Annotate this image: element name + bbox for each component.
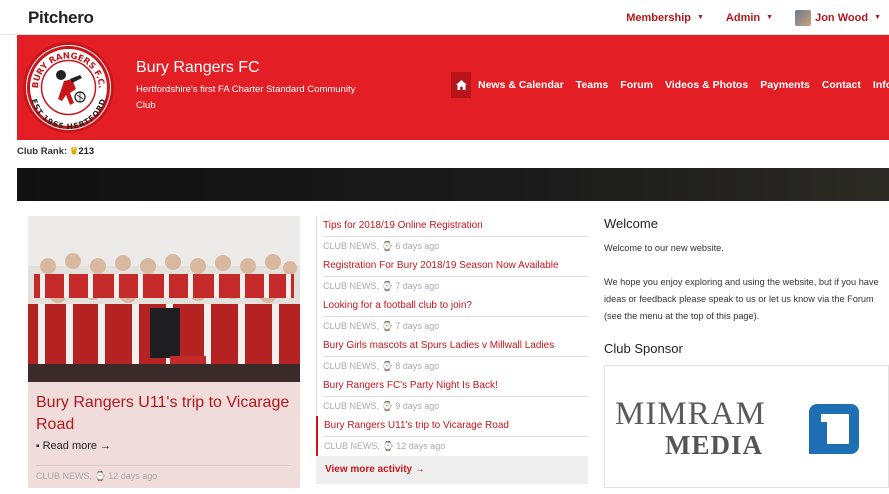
read-more-label: Read more → xyxy=(42,440,112,452)
nav-contact[interactable]: Contact xyxy=(822,79,861,91)
featured-story-photo[interactable] xyxy=(28,216,300,382)
news-item[interactable]: Bury Rangers FC's Party Night Is Back! C… xyxy=(316,376,588,416)
membership-menu[interactable]: Membership ▼ xyxy=(626,12,704,24)
read-more-link[interactable]: ▪ Read more → xyxy=(36,440,111,452)
rank-bar: Club Rank: ♛213 xyxy=(17,140,889,168)
crest-emblem: BURY RANGERS F.C. EST 1965 HERTFORD xyxy=(27,46,110,130)
user-name: Jon Wood xyxy=(815,11,869,24)
caret-down-icon: ▼ xyxy=(766,14,774,21)
news-item-title[interactable]: Bury Rangers FC's Party Night Is Back! xyxy=(323,376,588,397)
pitchero-logo[interactable]: Pitchero xyxy=(28,8,94,28)
clock-icon: ⌚ xyxy=(381,321,393,331)
hero-banner-strip xyxy=(17,168,889,201)
news-item-title[interactable]: Tips for 2018/19 Online Registration xyxy=(323,216,588,237)
welcome-body: We hope you enjoy exploring and using th… xyxy=(604,277,879,321)
news-item[interactable]: Tips for 2018/19 Online Registration CLU… xyxy=(316,216,588,256)
category-label: CLUB NEWS, xyxy=(324,441,381,451)
clock-icon: ⌚ xyxy=(382,441,394,451)
team-photo-image xyxy=(28,216,300,382)
news-item[interactable]: Bury Girls mascots at Spurs Ladies v Mil… xyxy=(316,336,588,376)
top-bar: Pitchero Membership ▼ Admin ▼ Jon Wood ▼ xyxy=(0,0,889,35)
news-item-meta: CLUB NEWS, ⌚ 7 days ago xyxy=(323,317,588,332)
news-item[interactable]: Looking for a football club to join? CLU… xyxy=(316,296,588,336)
club-rank-value: 213 xyxy=(78,146,95,157)
sponsor-logo-mark xyxy=(809,404,859,454)
news-item-meta: CLUB NEWS, ⌚ 7 days ago xyxy=(323,277,588,292)
category-label: CLUB NEWS, xyxy=(323,401,380,411)
news-item-age: 7 days ago xyxy=(395,321,440,331)
clock-icon: ⌚ xyxy=(381,361,393,371)
nav-forum[interactable]: Forum xyxy=(620,79,653,91)
caret-down-icon: ▼ xyxy=(874,14,881,21)
clock-icon: ⌚ xyxy=(381,281,393,291)
news-item-meta: CLUB NEWS, ⌚ 12 days ago xyxy=(324,437,588,452)
news-item-age: 12 days ago xyxy=(396,441,446,451)
nav-teams[interactable]: Teams xyxy=(576,79,609,91)
clock-icon: ⌚ xyxy=(381,401,393,411)
featured-story-title[interactable]: Bury Rangers U11's trip to Vicarage Road xyxy=(36,392,291,436)
category-label: CLUB NEWS, xyxy=(323,361,380,371)
sponsor-logo-top-text: MIMRAM xyxy=(615,396,766,432)
news-item-title[interactable]: Registration For Bury 2018/19 Season Now… xyxy=(323,256,588,277)
welcome-text: Welcome to our new website. xyxy=(604,243,724,253)
featured-story[interactable]: Bury Rangers U11's trip to Vicarage Road… xyxy=(28,216,300,488)
account-nav: Membership ▼ Admin ▼ Jon Wood ▼ xyxy=(626,0,889,35)
news-item-age: 8 days ago xyxy=(395,361,440,371)
nav-news-calendar[interactable]: News & Calendar xyxy=(478,79,564,91)
news-list: Tips for 2018/19 Online Registration CLU… xyxy=(316,216,588,456)
document-icon: ▪ xyxy=(36,441,40,452)
news-item-meta: CLUB NEWS, ⌚ 6 days ago xyxy=(323,237,588,252)
news-item-meta: CLUB NEWS, ⌚ 8 days ago xyxy=(323,357,588,372)
admin-label: Admin xyxy=(725,11,761,24)
news-item[interactable]: Registration For Bury 2018/19 Season Now… xyxy=(316,256,588,296)
club-rank-label: Club Rank: xyxy=(17,146,68,157)
membership-label: Membership xyxy=(626,11,691,24)
news-item-age: 9 days ago xyxy=(395,401,440,411)
nav-payments[interactable]: Payments xyxy=(760,79,810,91)
club-rank[interactable]: Club Rank: ♛213 xyxy=(17,146,94,157)
category-label: CLUB NEWS, xyxy=(323,281,380,291)
caret-down-icon: ▼ xyxy=(696,14,704,21)
main-nav: News & Calendar Teams Forum Videos & Pho… xyxy=(451,72,889,98)
nav-information[interactable]: Information xyxy=(873,79,889,91)
news-item-meta: CLUB NEWS, ⌚ 9 days ago xyxy=(323,397,588,412)
club-tagline: Hertfordshire's first FA Charter Standar… xyxy=(136,84,356,111)
news-item-age: 6 days ago xyxy=(395,241,440,251)
category-label: CLUB NEWS, xyxy=(323,321,380,331)
sponsor-logo-bottom-text: MEDIA xyxy=(665,430,763,460)
welcome-panel: Welcome Welcome to our new website. We h… xyxy=(604,216,889,325)
view-more-activity-button[interactable]: View more activity → xyxy=(316,456,588,484)
clock-icon: ⌚ xyxy=(94,471,106,481)
category-label: CLUB NEWS, xyxy=(323,241,380,251)
club-crest-logo[interactable]: BURY RANGERS F.C. EST 1965 HERTFORD xyxy=(23,42,114,133)
home-button[interactable] xyxy=(451,72,471,98)
story-age: 12 days ago xyxy=(108,471,158,481)
user-menu[interactable]: Jon Wood ▼ xyxy=(795,9,881,26)
nav-videos-photos[interactable]: Videos & Photos xyxy=(665,79,748,91)
avatar xyxy=(795,9,812,26)
category-label: CLUB NEWS, xyxy=(36,471,93,481)
admin-menu[interactable]: Admin ▼ xyxy=(726,12,773,24)
news-item-age: 7 days ago xyxy=(395,281,440,291)
news-item-title[interactable]: Looking for a football club to join? xyxy=(323,296,588,317)
sponsor-heading: Club Sponsor xyxy=(604,341,683,356)
sponsor-logo[interactable]: MIMRAM MEDIA xyxy=(604,365,889,488)
featured-story-meta: CLUB NEWS, ⌚ 12 days ago xyxy=(36,465,291,482)
welcome-heading: Welcome xyxy=(604,216,658,231)
club-header: BURY RANGERS F.C. EST 1965 HERTFORD Bury… xyxy=(17,35,889,140)
home-icon xyxy=(455,80,467,90)
news-item-title[interactable]: Bury Girls mascots at Spurs Ladies v Mil… xyxy=(323,336,588,357)
news-item[interactable]: Bury Rangers U11's trip to Vicarage Road… xyxy=(316,416,588,456)
clock-icon: ⌚ xyxy=(381,241,393,251)
club-name[interactable]: Bury Rangers FC xyxy=(136,59,260,77)
news-item-title[interactable]: Bury Rangers U11's trip to Vicarage Road xyxy=(324,416,588,437)
